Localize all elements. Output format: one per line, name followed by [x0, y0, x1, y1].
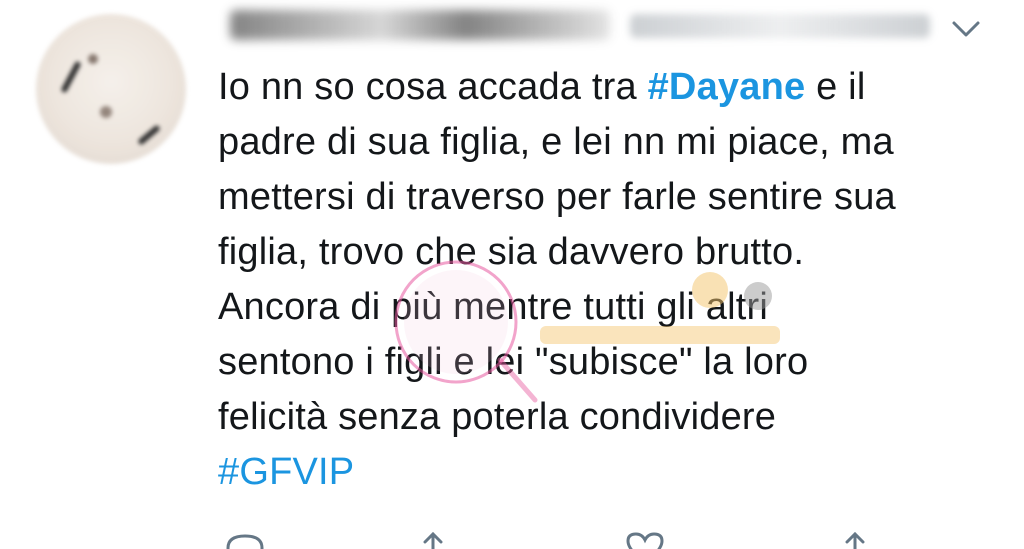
tweet-header: [220, 0, 940, 46]
tweet-line: figlia, trovo che sia davvero brutto.: [218, 231, 805, 273]
reply-icon[interactable]: [220, 528, 270, 549]
tweet-line: padre di sua figlia, e lei nn mi piace, …: [218, 121, 894, 163]
hashtag-link[interactable]: #Dayane: [648, 66, 806, 108]
share-icon[interactable]: [830, 528, 880, 549]
hashtag-link[interactable]: #GFVIP: [218, 445, 1008, 500]
chevron-down-icon[interactable]: [948, 14, 984, 44]
avatar-detail: [137, 124, 161, 146]
tweet-card[interactable]: Io nn so cosa accada tra #Dayane e il pa…: [0, 0, 1024, 549]
tweet-line: felicità senza poterla condividere: [218, 396, 777, 438]
tweet-line: mettersi di traverso per farle sentire s…: [218, 176, 896, 218]
tweet-text-segment: e il: [805, 66, 866, 108]
avatar[interactable]: [36, 14, 186, 164]
tweet-line: sentono i figli e lei "subisce" la loro: [218, 341, 809, 383]
author-name-redacted[interactable]: [230, 10, 610, 40]
heart-icon[interactable]: [620, 528, 670, 549]
avatar-detail: [100, 106, 112, 118]
tweet-actions: [210, 528, 910, 549]
retweet-icon[interactable]: [415, 528, 465, 549]
author-handle-redacted[interactable]: [630, 14, 930, 38]
tweet-line: Ancora di più mentre tutti gli altri: [218, 286, 768, 328]
avatar-detail: [88, 54, 98, 64]
tweet-text-segment: Io nn so cosa accada tra: [218, 66, 648, 108]
avatar-detail: [60, 60, 82, 94]
tweet-text: Io nn so cosa accada tra #Dayane e il pa…: [218, 60, 1008, 500]
tweet-line: Io nn so cosa accada tra #Dayane e il: [218, 60, 1008, 115]
